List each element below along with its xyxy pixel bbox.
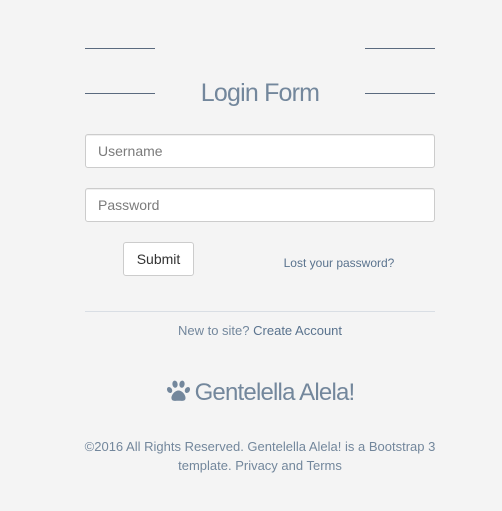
lost-password-link[interactable]: Lost your password?	[260, 255, 418, 271]
brand-heading: Gentelella Alela!	[85, 377, 435, 409]
paw-icon	[166, 380, 190, 401]
username-input[interactable]	[85, 134, 435, 168]
brand-name: Gentelella Alela!	[194, 379, 356, 406]
decorative-line-top-left	[85, 48, 155, 49]
signup-prompt-row: New to site? Create Account	[85, 323, 435, 339]
decorative-line-title-left	[85, 93, 155, 94]
login-form-title: Login Form	[200, 79, 320, 107]
login-page: Login Form Submit Lost your password? Ne…	[0, 0, 502, 511]
decorative-line-top-right	[365, 48, 435, 49]
submit-button[interactable]: Submit	[123, 242, 194, 276]
create-account-link[interactable]: Create Account	[253, 323, 342, 338]
decorative-line-title-right	[365, 93, 435, 94]
copyright-text: ©2016 All Rights Reserved. Gentelella Al…	[84, 439, 436, 473]
password-input[interactable]	[85, 188, 435, 222]
signup-prompt-text: New to site?	[177, 323, 250, 338]
separator	[85, 311, 435, 312]
